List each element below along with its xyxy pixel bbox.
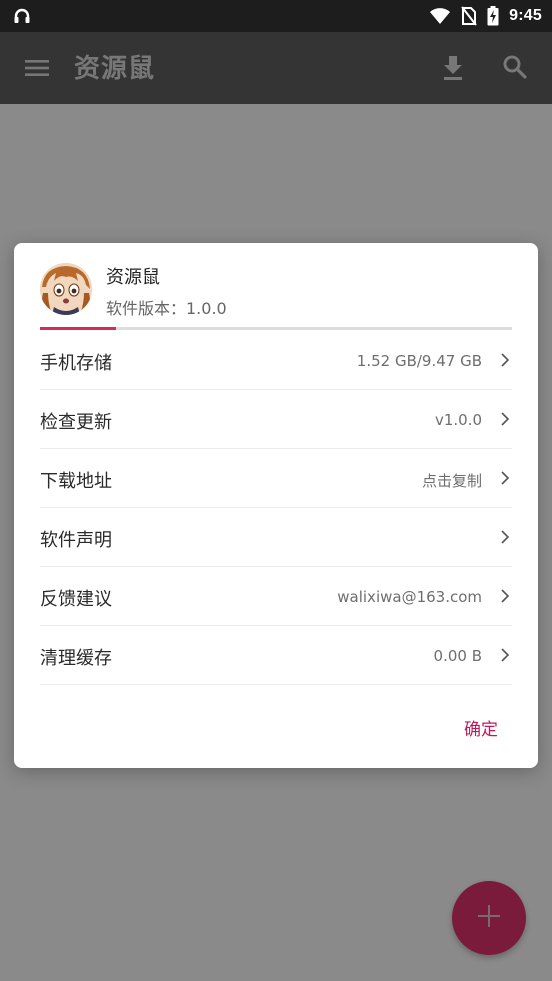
- dialog-version: 软件版本：1.0.0: [106, 299, 227, 318]
- app-bar: 资源鼠: [0, 32, 552, 104]
- wifi-icon: [429, 7, 451, 25]
- no-sim-icon: [461, 6, 477, 26]
- chevron-right-icon: [500, 352, 510, 368]
- row-label: 软件声明: [40, 530, 112, 551]
- dialog-header: 资源鼠 软件版本：1.0.0: [40, 263, 512, 319]
- storage-progress-fill: [40, 327, 116, 330]
- about-dialog: 资源鼠 软件版本：1.0.0 手机存储 1.52 GB/9.47 GB 检查更新…: [14, 243, 538, 768]
- search-icon[interactable]: [500, 52, 530, 82]
- chevron-right-icon: [500, 588, 510, 604]
- add-fab-button[interactable]: [452, 881, 526, 955]
- headset-icon: [12, 6, 32, 26]
- dialog-app-name: 资源鼠: [106, 267, 160, 288]
- row-value: v1.0.0: [434, 411, 482, 429]
- row-value: walixiwa@163.com: [337, 588, 482, 606]
- app-avatar: [40, 263, 92, 315]
- app-title: 资源鼠: [74, 54, 156, 84]
- settings-list: 手机存储 1.52 GB/9.47 GB 检查更新 v1.0.0 下载地址 点击…: [40, 331, 512, 685]
- row-check-update[interactable]: 检查更新 v1.0.0: [40, 390, 512, 449]
- plus-icon: [476, 903, 502, 933]
- row-label: 反馈建议: [40, 589, 112, 610]
- chevron-right-icon: [500, 411, 510, 427]
- status-bar: 9:45: [0, 0, 552, 32]
- row-value: 点击复制: [421, 472, 482, 490]
- row-value: 1.52 GB/9.47 GB: [356, 352, 482, 370]
- row-label: 下载地址: [40, 471, 112, 492]
- status-time: 9:45: [509, 7, 542, 24]
- menu-icon[interactable]: [22, 54, 52, 82]
- download-icon[interactable]: [438, 52, 468, 84]
- row-label: 检查更新: [40, 412, 112, 433]
- row-label: 清理缓存: [40, 648, 112, 669]
- chevron-right-icon: [500, 529, 510, 545]
- chevron-right-icon: [500, 647, 510, 663]
- row-feedback[interactable]: 反馈建议 walixiwa@163.com: [40, 567, 512, 626]
- chevron-right-icon: [500, 470, 510, 486]
- storage-progress-bar: [40, 327, 512, 330]
- row-value: 0.00 B: [433, 647, 482, 665]
- battery-charging-icon: [487, 6, 499, 26]
- row-clear-cache[interactable]: 清理缓存 0.00 B: [40, 626, 512, 685]
- row-download-address[interactable]: 下载地址 点击复制: [40, 449, 512, 508]
- row-label: 手机存储: [40, 353, 112, 374]
- status-icons: 9:45: [429, 0, 542, 32]
- row-storage[interactable]: 手机存储 1.52 GB/9.47 GB: [40, 331, 512, 390]
- confirm-button[interactable]: 确定: [464, 715, 498, 740]
- row-software-statement[interactable]: 软件声明: [40, 508, 512, 567]
